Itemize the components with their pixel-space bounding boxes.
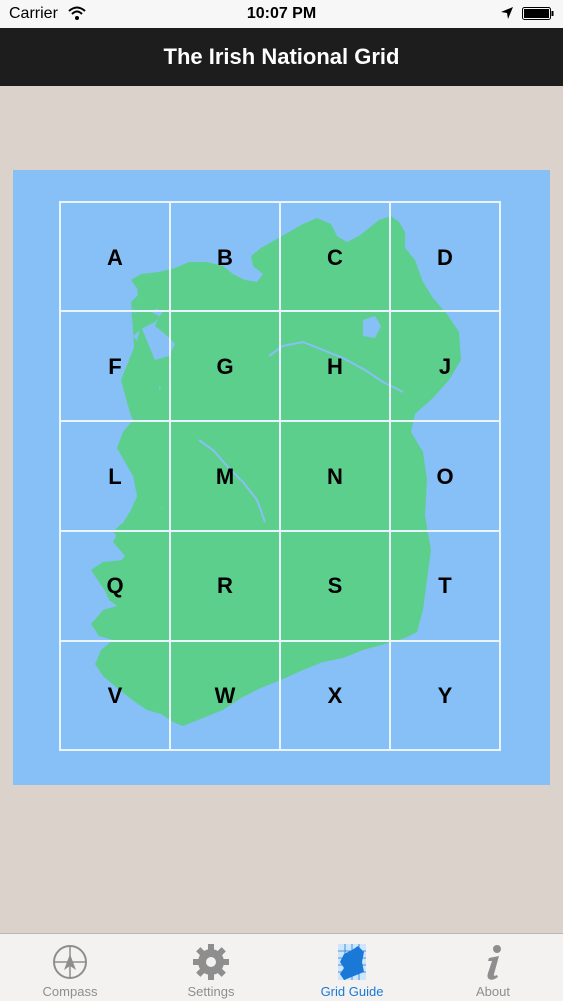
tab-compass-label: Compass bbox=[42, 984, 98, 999]
status-time: 10:07 PM bbox=[246, 5, 317, 22]
tab-grid-guide[interactable]: Grid Guide bbox=[282, 934, 422, 1001]
tab-about-label: About bbox=[476, 984, 510, 999]
tab-grid-guide-label: Grid Guide bbox=[320, 984, 384, 999]
grid-square-n: N bbox=[327, 464, 343, 489]
battery-icon bbox=[522, 7, 554, 20]
navigation-bar: The Irish National Grid bbox=[0, 28, 563, 86]
grid-square-v: V bbox=[107, 683, 123, 708]
grid-square-g: G bbox=[216, 354, 234, 379]
grid-square-w: W bbox=[214, 683, 236, 708]
grid-square-t: T bbox=[438, 573, 452, 598]
grid-square-c: C bbox=[327, 245, 343, 270]
status-bar: Carrier 10:07 PM bbox=[0, 0, 563, 28]
grid-square-j: J bbox=[438, 354, 452, 379]
ireland-west-coast bbox=[103, 284, 163, 610]
compass-icon bbox=[53, 945, 87, 979]
grid-square-l: L bbox=[108, 464, 122, 489]
grid-square-a: A bbox=[107, 245, 123, 270]
tab-settings[interactable]: Settings bbox=[141, 934, 281, 1001]
page-title: The Irish National Grid bbox=[163, 44, 400, 69]
ireland-grid-icon bbox=[338, 944, 366, 980]
grid-square-m: M bbox=[215, 464, 235, 489]
tab-about[interactable]: About bbox=[423, 934, 563, 1001]
grid-square-d: D bbox=[437, 245, 453, 270]
grid-square-x: X bbox=[327, 683, 343, 708]
grid-map: A B C D F G H J L M N O Q R S T V W X Y bbox=[13, 170, 550, 785]
grid-square-y: Y bbox=[437, 683, 453, 708]
grid-square-r: R bbox=[217, 573, 233, 598]
tab-settings-label: Settings bbox=[187, 984, 235, 999]
grid-square-f: F bbox=[108, 354, 122, 379]
grid-square-b: B bbox=[217, 245, 233, 270]
grid-square-h: H bbox=[327, 354, 343, 379]
tab-bar: Compass Settings Grid Guide About bbox=[0, 933, 563, 1001]
info-icon bbox=[487, 945, 501, 980]
grid-square-o: O bbox=[436, 464, 454, 489]
tab-compass[interactable]: Compass bbox=[0, 934, 140, 1001]
grid-square-q: Q bbox=[106, 573, 124, 598]
gear-icon bbox=[193, 944, 229, 980]
location-arrow-icon bbox=[501, 7, 513, 19]
grid-square-s: S bbox=[327, 573, 343, 598]
